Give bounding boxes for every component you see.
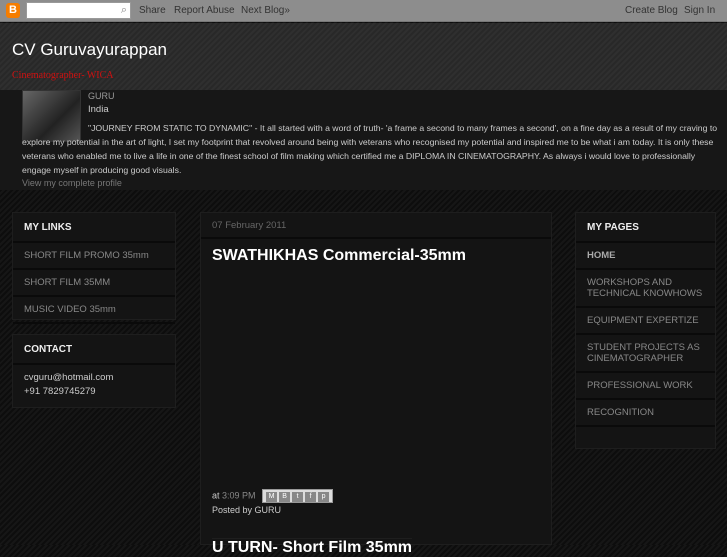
search-icon[interactable]: ⌕ bbox=[121, 4, 127, 17]
email-icon[interactable]: M bbox=[266, 492, 278, 502]
widget-title: MY PAGES bbox=[576, 213, 715, 243]
at-label: at bbox=[212, 490, 220, 501]
profile-about: "JOURNEY FROM STATIC TO DYNAMIC" - It al… bbox=[22, 123, 718, 175]
posted-by: Posted by GURU bbox=[212, 505, 282, 515]
link-item[interactable]: SHORT FILM PROMO 35mm bbox=[13, 243, 175, 270]
post-footer: at 3:09 PM MBtfp bbox=[212, 489, 334, 503]
twitter-icon[interactable]: t bbox=[292, 492, 304, 502]
page-item-workshops[interactable]: WORKSHOPS AND TECHNICAL KNOWHOWS bbox=[576, 270, 715, 308]
post-date: 07 February 2011 bbox=[201, 213, 551, 239]
profile-section: GURU India "JOURNEY FROM STATIC TO DYNAM… bbox=[0, 90, 727, 190]
next-post-title[interactable]: U TURN- Short Film 35mm bbox=[212, 538, 413, 557]
report-abuse-link[interactable]: Report Abuse bbox=[174, 5, 235, 16]
blogthis-icon[interactable]: B bbox=[279, 492, 291, 502]
contact-widget: CONTACT cvguru@hotmail.com +91 782974527… bbox=[12, 334, 176, 408]
post-title[interactable]: SWATHIKHAS Commercial-35mm bbox=[212, 247, 466, 265]
facebook-icon[interactable]: f bbox=[305, 492, 317, 502]
blog-description: Cinematographer- WICA bbox=[12, 70, 114, 81]
page-item-equipment[interactable]: EQUIPMENT EXPERTIZE bbox=[576, 308, 715, 335]
share-link[interactable]: Share bbox=[139, 5, 166, 16]
share-buttons: MBtfp bbox=[262, 489, 334, 503]
my-pages-widget: MY PAGES HOME WORKSHOPS AND TECHNICAL KN… bbox=[575, 212, 716, 449]
contact-email: cvguru@hotmail.com bbox=[24, 372, 114, 383]
navbar: B ⌕ Share Report Abuse Next Blog» Create… bbox=[0, 0, 727, 22]
view-profile-link[interactable]: View my complete profile bbox=[22, 178, 122, 188]
create-blog-link[interactable]: Create Blog bbox=[625, 5, 678, 16]
widget-title: MY LINKS bbox=[13, 213, 175, 243]
post-time-link[interactable]: 3:09 PM bbox=[222, 490, 256, 500]
search-input[interactable]: ⌕ bbox=[26, 2, 131, 19]
sign-in-link[interactable]: Sign In bbox=[684, 5, 715, 16]
profile-name[interactable]: GURU bbox=[88, 91, 115, 101]
widget-title: CONTACT bbox=[13, 335, 175, 365]
page-item-student-projects[interactable]: STUDENT PROJECTS AS CINEMATOGRAPHER bbox=[576, 335, 715, 373]
link-item[interactable]: SHORT FILM 35MM bbox=[13, 270, 175, 297]
profile-location: India bbox=[88, 104, 109, 115]
contact-phone: +91 7829745279 bbox=[24, 386, 96, 397]
next-blog-link[interactable]: Next Blog» bbox=[241, 5, 290, 16]
link-item[interactable]: MUSIC VIDEO 35mm bbox=[13, 297, 175, 324]
blogger-logo-icon[interactable]: B bbox=[6, 3, 20, 18]
page-item-home[interactable]: HOME bbox=[576, 243, 715, 270]
buzz-icon[interactable]: p bbox=[318, 492, 330, 502]
blog-title[interactable]: CV Guruvayurappan bbox=[12, 40, 167, 60]
my-links-widget: MY LINKS SHORT FILM PROMO 35mm SHORT FIL… bbox=[12, 212, 176, 324]
page-item-recognition[interactable]: RECOGNITION bbox=[576, 400, 715, 427]
page-item-professional-work[interactable]: PROFESSIONAL WORK bbox=[576, 373, 715, 400]
blog-header: CV Guruvayurappan Cinematographer- WICA bbox=[0, 23, 727, 90]
blog-post: 07 February 2011 SWATHIKHAS Commercial-3… bbox=[200, 212, 552, 556]
